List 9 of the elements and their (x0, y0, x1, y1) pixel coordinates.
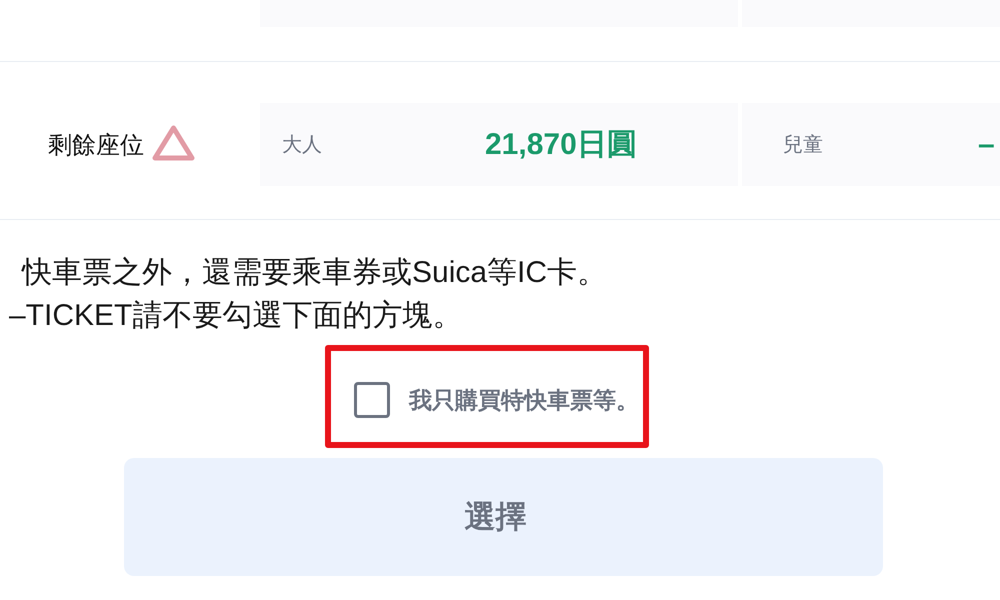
note-text: –TICKET請不要勾選下面的方塊。 (8, 298, 462, 334)
seat-status-label: 剩餘座位 (48, 130, 144, 160)
fare-price: 21,870日圓 (485, 127, 637, 163)
fare-price: – (978, 128, 995, 162)
note-text: 快車票之外，還需要乘車券或Suica等IC卡。 (20, 255, 608, 291)
passenger-type: 兒童 (783, 134, 823, 156)
passenger-type: 大人 (282, 134, 322, 156)
checkbox-label[interactable]: 我只購買特快車票等。 (409, 384, 639, 416)
checkbox[interactable] (354, 382, 390, 418)
